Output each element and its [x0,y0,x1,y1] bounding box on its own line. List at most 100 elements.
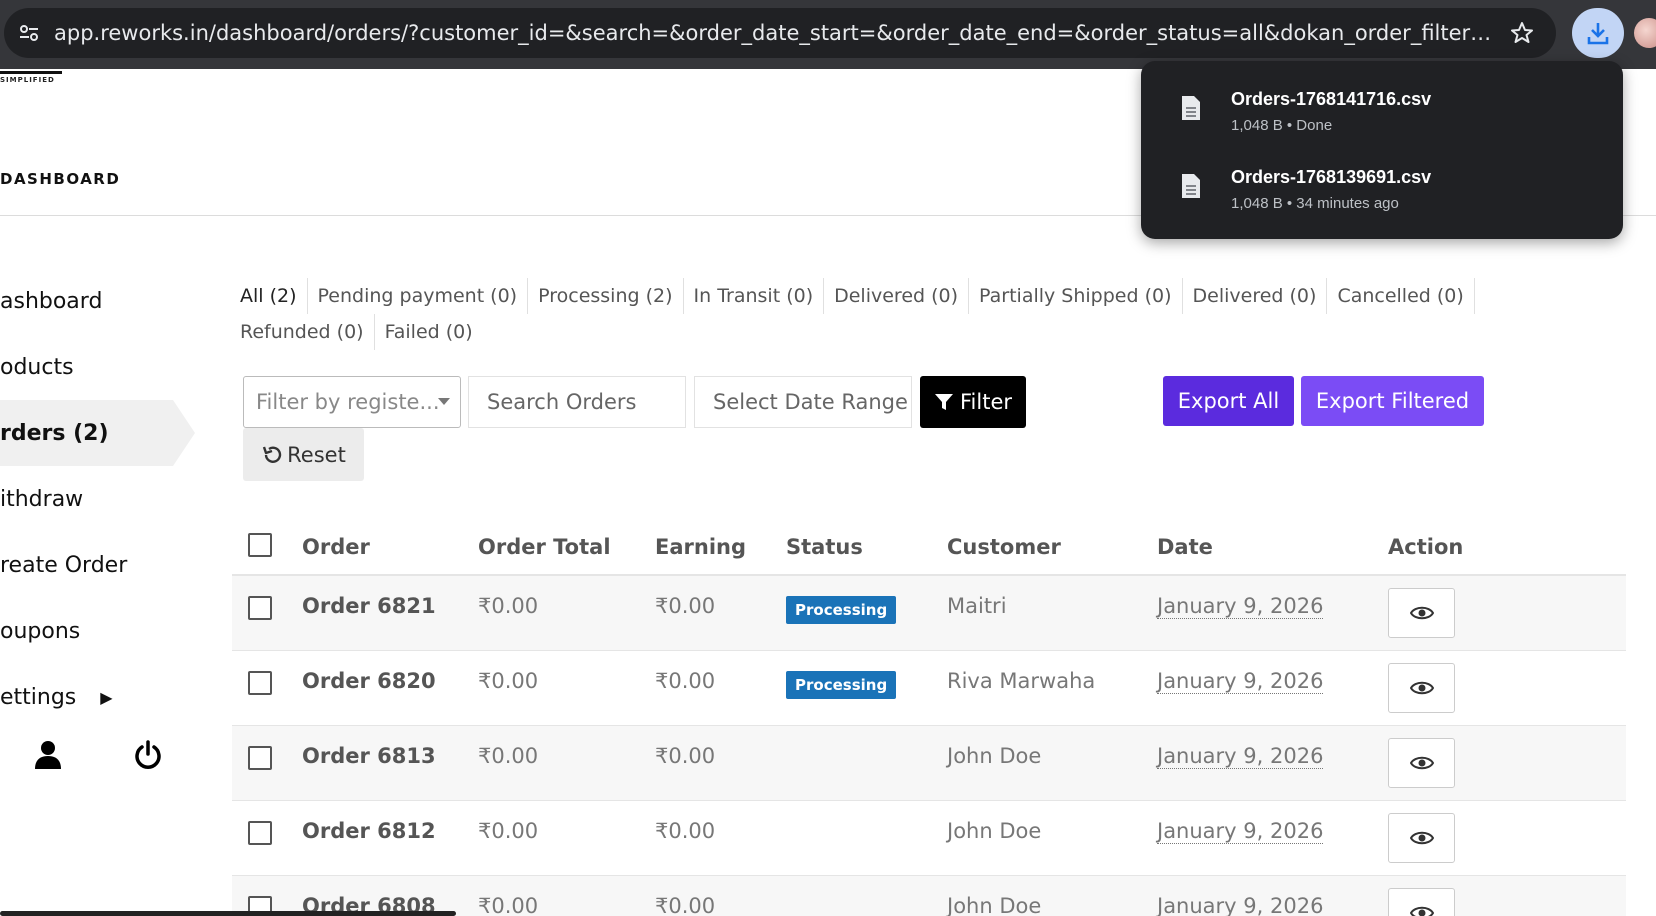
filter-button-label: Filter [959,390,1012,414]
order-earning: ₹0.00 [655,725,786,801]
download-file-meta: 1,048 B • Done [1231,117,1333,134]
power-icon[interactable] [134,740,162,770]
url-text[interactable]: app.reworks.in/dashboard/orders/?custome… [54,8,1494,58]
order-date: January 9, 2026 [1157,893,1324,916]
order-total: ₹0.00 [478,875,655,916]
file-icon [1182,174,1200,198]
status-tab-cancelled[interactable]: Cancelled (0) [1337,278,1475,314]
user-icon[interactable] [34,740,62,770]
export-filtered-button[interactable]: Export Filtered [1301,376,1484,426]
reset-button[interactable]: Reset [243,428,364,481]
order-date: January 9, 2026 [1157,818,1324,844]
order-customer: Riva Marwaha [947,650,1157,726]
sidebar-item-label: reate Order [0,552,128,578]
order-customer: John Doe [947,725,1157,801]
status-tab-all[interactable]: All (2) [240,278,308,314]
downloads-button[interactable] [1572,8,1624,58]
status-tab-pending-payment[interactable]: Pending payment (0) [318,278,529,314]
sidebar-item-settings[interactable]: ettings ▶ [0,664,195,730]
order-link[interactable]: Order 6812 [302,819,436,843]
horizontal-scrollbar[interactable] [0,911,456,916]
customer-filter-select[interactable]: Filter by registe... [243,376,461,428]
order-link[interactable]: Order 6813 [302,744,436,768]
row-checkbox[interactable] [248,670,272,695]
bookmark-star-icon[interactable] [1510,21,1534,45]
order-total: ₹0.00 [478,575,655,651]
order-total: ₹0.00 [478,650,655,726]
order-customer: John Doe [947,800,1157,876]
view-order-button[interactable] [1388,887,1455,916]
dropdown-arrow-icon [438,398,450,405]
sidebar-item-label: rders (2) [0,420,109,446]
filter-button[interactable]: Filter [920,376,1026,428]
order-earning: ₹0.00 [655,575,786,651]
eye-icon [1409,831,1434,844]
order-link[interactable]: Order 6821 [302,594,436,618]
table-row: Order 6820 ₹0.00 ₹0.00 Processing Riva M… [232,650,1626,726]
funnel-icon [934,394,953,410]
status-tab-refunded[interactable]: Refunded (0) [240,314,375,350]
download-item[interactable]: Orders-1768141716.csv 1,048 B • Done [1141,65,1623,137]
column-header-date[interactable]: Date [1157,520,1388,576]
file-icon [1182,96,1200,120]
view-order-button[interactable] [1388,737,1455,788]
site-settings-icon[interactable] [18,22,40,44]
sidebar-footer [0,740,195,790]
export-all-button[interactable]: Export All [1163,376,1294,426]
status-tab-delivered-2[interactable]: Delivered (0) [1193,278,1328,314]
profile-avatar[interactable] [1634,18,1656,48]
undo-icon [263,446,282,463]
eye-icon [1409,906,1434,916]
order-status-empty [786,800,947,876]
view-order-button[interactable] [1388,812,1455,863]
status-badge: Processing [786,670,897,699]
column-header-order[interactable]: Order [302,520,478,576]
customer-filter-placeholder: Filter by registe... [256,390,440,414]
search-input[interactable] [468,376,686,428]
sidebar-item-coupons[interactable]: oupons [0,598,195,664]
order-status-empty [786,725,947,801]
sidebar-item-create-order[interactable]: reate Order [0,532,195,598]
logo[interactable] [0,69,62,74]
browser-toolbar: app.reworks.in/dashboard/orders/?custome… [0,0,1656,69]
sidebar-item-withdraw[interactable]: ithdraw [0,466,195,532]
date-range-input[interactable] [694,376,912,428]
eye-icon [1409,681,1434,694]
status-tab-in-transit[interactable]: In Transit (0) [694,278,825,314]
view-order-button[interactable] [1388,588,1455,638]
row-checkbox[interactable] [248,745,272,770]
order-status-tabs: All (2) Pending payment (0) Processing (2)… [240,278,1570,350]
download-file-meta: 1,048 B • 34 minutes ago [1231,195,1399,212]
orders-table: Order Order Total Earning Status Custome… [232,520,1626,916]
order-status-empty [786,875,947,916]
download-item[interactable]: Orders-1768139691.csv 1,048 B • 34 minut… [1141,143,1623,215]
download-file-name[interactable]: Orders-1768141716.csv [1231,89,1431,110]
row-checkbox[interactable] [248,820,272,845]
status-tab-delivered[interactable]: Delivered (0) [834,278,970,314]
table-row: Order 6812 ₹0.00 ₹0.00 John Doe January … [232,800,1626,876]
view-order-button[interactable] [1388,662,1455,713]
select-all-checkbox[interactable] [248,532,272,557]
column-header-order-total[interactable]: Order Total [478,520,655,576]
order-link[interactable]: Order 6820 [302,669,436,693]
download-icon [1587,23,1609,45]
status-tab-partially-shipped[interactable]: Partially Shipped (0) [979,278,1183,314]
sidebar-item-label: oupons [0,618,81,644]
status-tab-processing[interactable]: Processing (2) [538,278,684,314]
table-row: Order 6808 ₹0.00 ₹0.00 John Doe January … [232,875,1626,916]
sidebar-item-orders[interactable]: rders (2) [0,400,195,466]
status-tab-failed[interactable]: Failed (0) [385,314,483,350]
reset-button-label: Reset [287,442,346,467]
order-customer: John Doe [947,875,1157,916]
column-header-customer: Customer [947,520,1157,576]
sidebar-item-products[interactable]: oducts [0,334,195,400]
download-file-name[interactable]: Orders-1768139691.csv [1231,167,1431,188]
eye-icon [1409,606,1434,620]
sidebar-item-dashboard[interactable]: ashboard [0,268,195,334]
page-title: DASHBOARD [0,170,121,188]
sidebar-item-label: ithdraw [0,486,84,512]
column-header-earning[interactable]: Earning [655,520,786,576]
row-checkbox[interactable] [248,596,272,620]
order-date: January 9, 2026 [1157,668,1324,694]
address-bar[interactable]: app.reworks.in/dashboard/orders/?custome… [4,8,1556,58]
